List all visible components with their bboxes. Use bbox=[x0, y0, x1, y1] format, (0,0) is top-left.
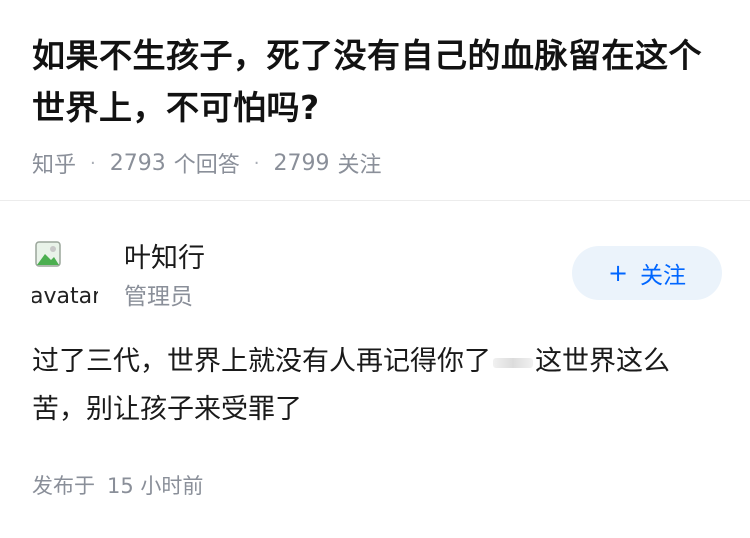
question-header: 如果不生孩子，死了没有自己的血脉留在这个世界上，不可怕吗? 知乎 · 2793 … bbox=[32, 30, 722, 178]
answer-footer: 发布于 15 小时前 bbox=[32, 470, 203, 500]
avatar[interactable]: avatar bbox=[32, 238, 98, 304]
author-row: avatar 叶知行 管理员 + 关注 bbox=[32, 232, 722, 312]
published-label: 发布于 bbox=[32, 474, 95, 498]
plus-icon: + bbox=[607, 259, 629, 287]
answer-content[interactable]: 过了三代，世界上就没有人再记得你了 这世界这么苦，别让孩子来受罪了 bbox=[32, 338, 722, 434]
source-label[interactable]: 知乎 bbox=[32, 147, 76, 179]
follow-button-label: 关注 bbox=[640, 263, 687, 289]
question-title[interactable]: 如果不生孩子，死了没有自己的血脉留在这个世界上，不可怕吗? bbox=[32, 30, 722, 134]
answer-text-part-1: 过了三代，世界上就没有人再记得你了 bbox=[32, 346, 491, 377]
meta-separator: · bbox=[90, 152, 96, 174]
author-role: 管理员 bbox=[124, 284, 193, 310]
section-divider bbox=[0, 200, 750, 201]
published-time: 15 小时前 bbox=[107, 474, 204, 498]
follow-button[interactable]: + 关注 bbox=[572, 246, 722, 300]
answer-count-label[interactable]: 个回答 bbox=[174, 147, 240, 179]
question-meta: 知乎 · 2793 个回答 · 2799 关注 bbox=[32, 147, 722, 179]
answer-count: 2793 bbox=[109, 150, 166, 176]
follower-count: 2799 bbox=[273, 150, 330, 176]
follower-count-label[interactable]: 关注 bbox=[338, 147, 382, 179]
emoji-icon bbox=[493, 357, 533, 368]
broken-image-icon bbox=[35, 241, 61, 267]
avatar-alt-text: avatar bbox=[32, 284, 98, 304]
meta-separator: · bbox=[253, 152, 260, 174]
author-name[interactable]: 叶知行 bbox=[124, 236, 205, 275]
